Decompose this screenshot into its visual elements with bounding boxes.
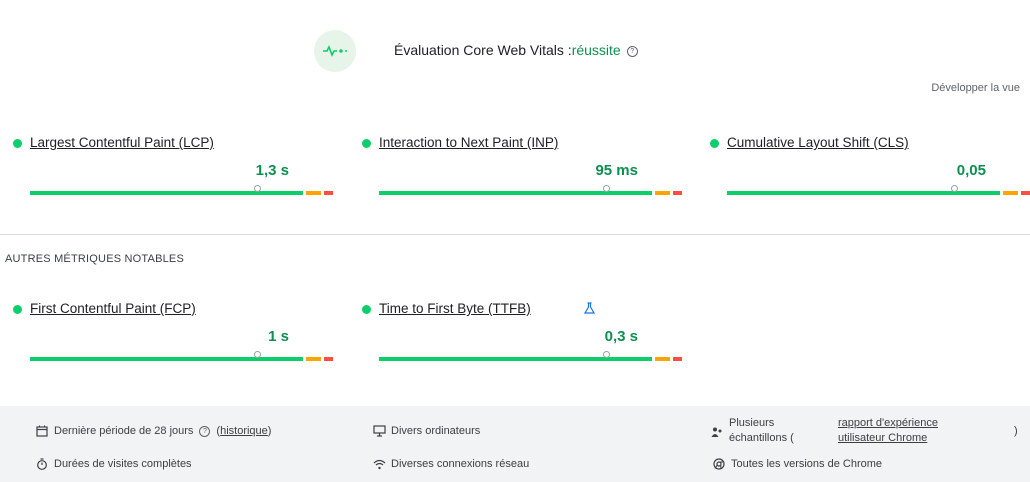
percentile-marker	[254, 185, 261, 192]
status-dot-icon	[13, 139, 22, 148]
distribution-bar	[30, 185, 333, 195]
visit-durations-label: Durées de visites complètes	[54, 458, 192, 470]
assessment-title: Évaluation Core Web Vitals :réussite?	[394, 42, 638, 58]
bar-needs-improvement-segment	[655, 357, 670, 361]
metric-fcp: First Contentful Paint (FCP) 1 s	[13, 301, 333, 371]
metric-value-cls: 0,05	[956, 162, 986, 179]
help-icon[interactable]: ?	[199, 425, 211, 437]
samples-line1: Plusieurs	[729, 417, 775, 429]
status-dot-icon	[362, 305, 371, 314]
calendar-icon	[35, 424, 49, 438]
metric-value-lcp: 1,3 s	[255, 162, 289, 179]
bar-good-segment	[727, 191, 1000, 195]
metric-cls: Cumulative Layout Shift (CLS) 0,05	[710, 135, 1030, 205]
chrome-versions-label: Toutes les versions de Chrome	[731, 458, 883, 470]
metric-title-ttfb[interactable]: Time to First Byte (TTFB)	[379, 301, 531, 316]
metric-value-inp: 95 ms	[595, 162, 638, 179]
bar-poor-segment	[1021, 191, 1030, 195]
core-web-vitals-icon	[314, 30, 356, 72]
percentile-marker	[951, 185, 958, 192]
bar-poor-segment	[324, 191, 333, 195]
bar-needs-improvement-segment	[1003, 191, 1018, 195]
metric-ttfb: Time to First Byte (TTFB) 0,3 s	[362, 301, 682, 371]
metric-inp: Interaction to Next Paint (INP) 95 ms	[362, 135, 682, 205]
bar-poor-segment	[673, 191, 682, 195]
metric-title-fcp[interactable]: First Contentful Paint (FCP)	[30, 301, 196, 316]
history-close-paren: )	[267, 425, 272, 437]
bar-poor-segment	[324, 357, 333, 361]
metric-title-cls[interactable]: Cumulative Layout Shift (CLS)	[727, 135, 909, 150]
help-icon[interactable]: ?	[626, 45, 638, 57]
devices: Divers ordinateurs	[372, 424, 480, 438]
bar-needs-improvement-segment	[306, 357, 321, 361]
percentile-marker	[603, 351, 610, 358]
connections-label: Diverses connexions réseau	[391, 458, 530, 470]
desktop-icon	[372, 424, 386, 438]
metric-lcp: Largest Contentful Paint (LCP) 1,3 s	[13, 135, 333, 205]
distribution-bar	[379, 185, 682, 195]
samples: Plusieurs échantillons (	[710, 416, 794, 446]
bar-needs-improvement-segment	[655, 191, 670, 195]
pulse-icon	[323, 45, 347, 57]
period-label: Dernière période de 28 jours	[54, 425, 194, 437]
devices-label: Divers ordinateurs	[391, 425, 481, 437]
metric-value-fcp: 1 s	[268, 328, 289, 345]
distribution-bar	[379, 351, 682, 361]
bar-good-segment	[379, 191, 652, 195]
section-divider	[0, 234, 1030, 235]
status-dot-icon	[710, 139, 719, 148]
connections: Diverses connexions réseau	[372, 457, 529, 471]
chrome-icon	[712, 457, 726, 471]
assessment-label: Évaluation Core Web Vitals :	[394, 42, 572, 58]
metric-title-lcp[interactable]: Largest Contentful Paint (LCP)	[30, 135, 214, 150]
metric-value-ttfb: 0,3 s	[604, 328, 638, 345]
assessment-status: réussite	[571, 42, 621, 58]
report-link-line1[interactable]: rapport d'expérience	[838, 416, 938, 431]
bar-good-segment	[30, 191, 303, 195]
distribution-bar	[30, 351, 333, 361]
report-link-line2[interactable]: utilisateur Chrome	[838, 431, 927, 446]
percentile-marker	[603, 185, 610, 192]
collection-period: Dernière période de 28 jours ? (historiq…	[35, 424, 271, 438]
report-close-paren: )	[1014, 425, 1018, 437]
people-icon	[710, 425, 724, 439]
status-dot-icon	[13, 305, 22, 314]
samples-line2: échantillons (	[729, 432, 794, 444]
stopwatch-icon	[35, 457, 49, 471]
distribution-bar	[727, 185, 1030, 195]
expand-view-link[interactable]: Développer la vue	[931, 82, 1020, 94]
bar-needs-improvement-segment	[306, 191, 321, 195]
bar-good-segment	[379, 357, 652, 361]
flask-icon	[584, 302, 595, 314]
data-source-footer: Dernière période de 28 jours ? (historiq…	[0, 406, 1030, 482]
metric-title-inp[interactable]: Interaction to Next Paint (INP)	[379, 135, 558, 150]
wifi-icon	[372, 457, 386, 471]
visit-durations: Durées de visites complètes	[35, 457, 192, 471]
bar-poor-segment	[673, 357, 682, 361]
crux-report-link[interactable]: rapport d'expérience utilisateur Chrome	[838, 416, 938, 446]
percentile-marker	[254, 351, 261, 358]
status-dot-icon	[362, 139, 371, 148]
bar-good-segment	[30, 357, 303, 361]
chrome-versions: Toutes les versions de Chrome	[712, 457, 882, 471]
history-link[interactable]: historique	[220, 425, 268, 437]
other-metrics-heading: AUTRES MÉTRIQUES NOTABLES	[5, 253, 184, 265]
